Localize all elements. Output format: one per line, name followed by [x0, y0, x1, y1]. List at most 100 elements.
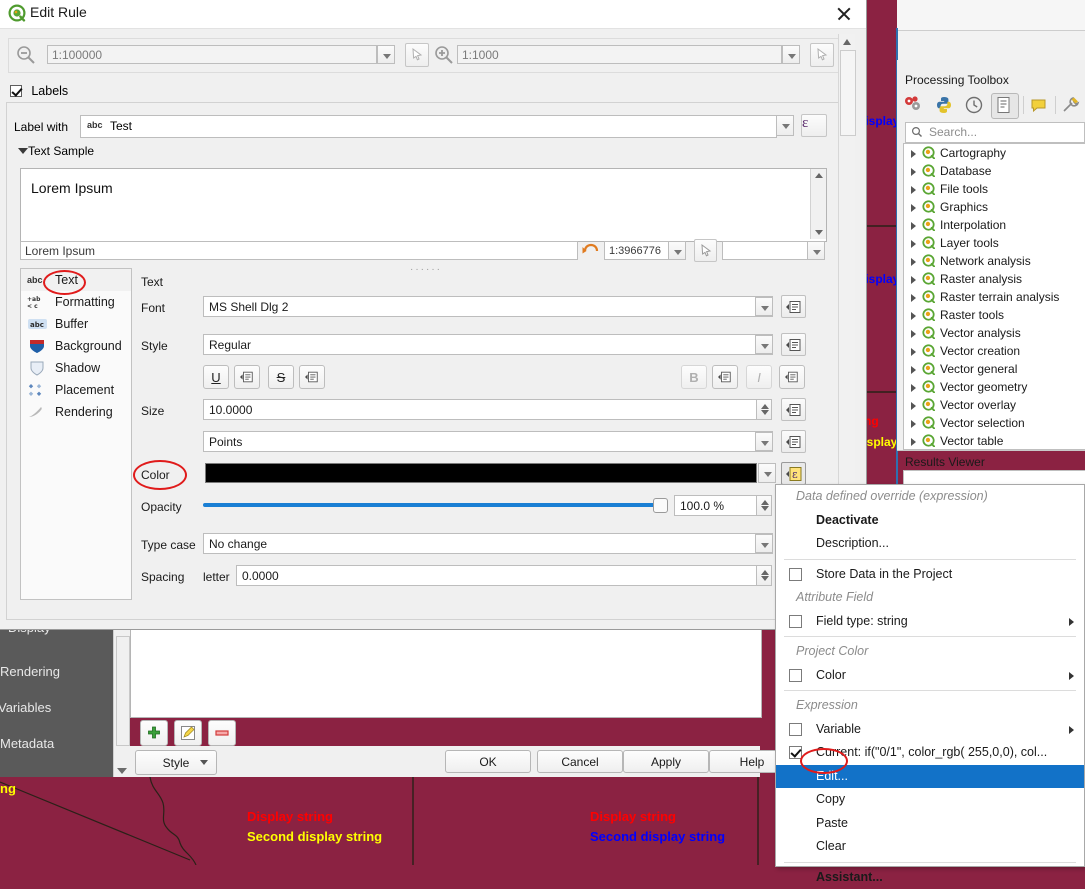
scrollbar-thumb[interactable] [116, 636, 130, 746]
spacing-input[interactable]: 0.0000 [236, 565, 757, 586]
tree-item-cartography[interactable]: Cartography [904, 144, 1085, 162]
sample-extra-dropdown[interactable] [807, 241, 825, 260]
max-scale-pick-icon[interactable] [810, 43, 834, 67]
bold-button[interactable]: B [681, 365, 707, 389]
expand-arrow-icon[interactable] [911, 204, 916, 212]
tree-item-interpolation[interactable]: Interpolation [904, 216, 1085, 234]
expand-arrow-icon[interactable] [911, 276, 916, 284]
remove-icon[interactable] [208, 720, 236, 746]
layer-properties-toolbar[interactable] [140, 720, 760, 746]
text-sample-scrollbar[interactable] [810, 169, 826, 239]
layer-properties-list-area[interactable] [130, 622, 762, 718]
checkbox-box[interactable] [789, 723, 802, 736]
log-document-icon[interactable] [991, 93, 1019, 119]
splitter-grip[interactable]: ······ [410, 264, 442, 275]
menu-item-store-data-in-the-project[interactable]: Store Data in the Project [776, 563, 1084, 587]
data-defined-override-context-menu[interactable]: Data defined override (expression) Deact… [775, 484, 1085, 867]
menu-item-copy[interactable]: Copy [776, 788, 1084, 812]
tree-item-raster-tools[interactable]: Raster tools [904, 306, 1085, 324]
style-dropdown-arrow[interactable] [755, 335, 773, 354]
nav-item-rendering[interactable]: Rendering [0, 664, 60, 679]
color-swatch-button[interactable] [205, 463, 757, 483]
tree-item-database[interactable]: Database [904, 162, 1085, 180]
models-icon[interactable] [903, 95, 923, 118]
expand-arrow-icon[interactable] [911, 168, 916, 176]
max-scale-input[interactable]: 1:1000 [457, 45, 782, 64]
italic-data-defined-override-button[interactable] [779, 365, 805, 389]
tree-item-raster-terrain-analysis[interactable]: Raster terrain analysis [904, 288, 1085, 306]
apply-button[interactable]: Apply [623, 750, 709, 773]
style-combobox[interactable]: Regular [203, 334, 773, 355]
tree-item-graphics[interactable]: Graphics [904, 198, 1085, 216]
opacity-slider[interactable] [203, 502, 665, 508]
unit-data-defined-override-button[interactable] [781, 430, 806, 453]
edit-icon[interactable] [174, 720, 202, 746]
min-scale-pick-icon[interactable] [405, 43, 429, 67]
add-note-icon[interactable] [1030, 95, 1050, 118]
python-script-icon[interactable] [934, 95, 954, 118]
spin-up-icon[interactable] [761, 570, 769, 575]
expand-arrow-icon[interactable] [911, 294, 916, 302]
menu-item-field-type-string[interactable]: Field type: string [776, 610, 1084, 634]
expand-arrow-icon[interactable] [911, 222, 916, 230]
sample-scale-input[interactable]: 1:3966776 [604, 241, 669, 260]
sidebar-item-placement[interactable]: Placement [21, 379, 131, 401]
expand-arrow-icon[interactable] [911, 186, 916, 194]
slider-handle[interactable] [653, 498, 668, 513]
spacing-spinner[interactable] [756, 565, 772, 586]
nav-item-variables[interactable]: Variables [0, 700, 51, 715]
scroll-up-arrow-icon[interactable] [843, 39, 851, 45]
scroll-up-arrow-icon[interactable] [815, 173, 823, 178]
style-data-defined-override-button[interactable] [781, 333, 806, 356]
max-scale-dropdown[interactable] [782, 45, 800, 64]
sidebar-item-shadow[interactable]: Shadow [21, 357, 131, 379]
search-input[interactable]: Search... [905, 122, 1085, 143]
processing-algorithms-tree[interactable]: CartographyDatabaseFile toolsGraphicsInt… [903, 143, 1085, 450]
sample-scale-dropdown[interactable] [668, 241, 686, 260]
ok-button[interactable]: OK [445, 750, 531, 773]
expand-arrow-icon[interactable] [911, 150, 916, 158]
dock-splitter[interactable] [897, 450, 1085, 451]
spin-down-icon[interactable] [761, 410, 769, 415]
tree-item-vector-selection[interactable]: Vector selection [904, 414, 1085, 432]
menu-item-description[interactable]: Description... [776, 532, 1084, 556]
tree-item-file-tools[interactable]: File tools [904, 180, 1085, 198]
checkbox-box[interactable] [789, 669, 802, 682]
checkbox-box[interactable] [789, 568, 802, 581]
layer-properties-nav-scrollbar[interactable] [113, 622, 130, 777]
close-icon[interactable] [832, 3, 856, 25]
menu-item-edit[interactable]: Edit... [776, 765, 1084, 789]
text-sample-preview[interactable]: Lorem Ipsum [20, 168, 827, 242]
scrollbar-thumb[interactable] [840, 50, 856, 136]
menu-item-paste[interactable]: Paste [776, 812, 1084, 836]
cancel-button[interactable]: Cancel [537, 750, 623, 773]
size-unit-dropdown-arrow[interactable] [755, 432, 773, 451]
spin-down-icon[interactable] [761, 506, 769, 511]
expand-arrow-icon[interactable] [911, 348, 916, 356]
scroll-down-arrow-icon[interactable] [117, 768, 127, 774]
tree-item-vector-general[interactable]: Vector general [904, 360, 1085, 378]
tree-item-network-analysis[interactable]: Network analysis [904, 252, 1085, 270]
tree-item-vector-overlay[interactable]: Vector overlay [904, 396, 1085, 414]
menu-item-assistant[interactable]: Assistant... [776, 866, 1084, 889]
tree-item-vector-table[interactable]: Vector table [904, 432, 1085, 450]
tree-item-vector-creation[interactable]: Vector creation [904, 342, 1085, 360]
tree-item-vector-analysis[interactable]: Vector analysis [904, 324, 1085, 342]
underline-data-defined-override-button[interactable] [234, 365, 260, 389]
sidebar-item-text[interactable]: abc Text [21, 269, 131, 291]
color-dropdown-arrow[interactable] [758, 463, 776, 483]
layer-properties-nav[interactable]: Display Rendering Variables Metadata [0, 622, 113, 777]
label-with-input[interactable]: abc Test [80, 115, 777, 138]
size-input[interactable]: 10.0000 [203, 399, 757, 420]
options-wrench-icon[interactable] [1061, 95, 1081, 118]
menu-item-color[interactable]: Color [776, 664, 1084, 688]
opacity-spinner[interactable] [756, 495, 772, 516]
sidebar-item-background[interactable]: Background [21, 335, 131, 357]
menu-item-variable[interactable]: Variable [776, 718, 1084, 742]
min-scale-dropdown[interactable] [377, 45, 395, 64]
strikethrough-data-defined-override-button[interactable] [299, 365, 325, 389]
dialog-titlebar[interactable]: Edit Rule [0, 0, 866, 29]
sidebar-item-formatting[interactable]: +ab< c Formatting [21, 291, 131, 313]
labels-checkbox[interactable]: Labels [10, 84, 68, 98]
history-clock-icon[interactable] [964, 95, 984, 118]
